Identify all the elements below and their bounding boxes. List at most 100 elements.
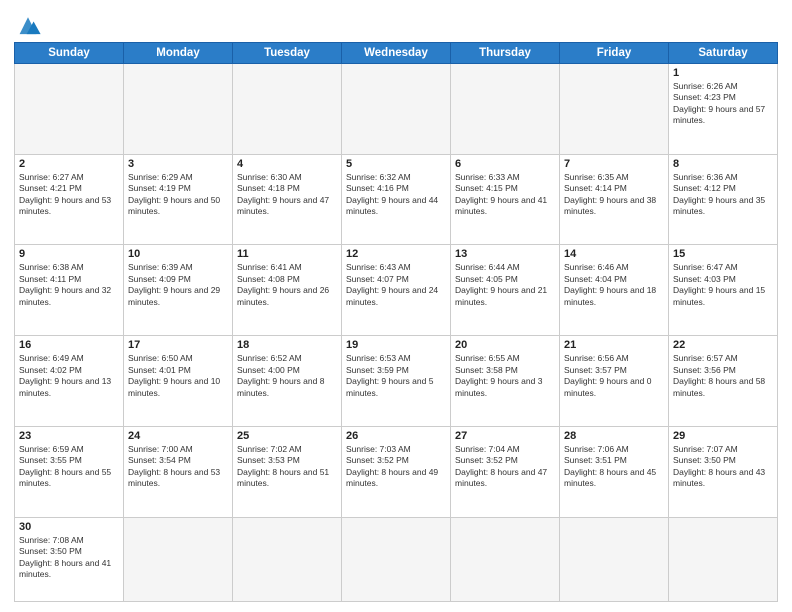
header [14,10,778,36]
day-info: Sunrise: 6:38 AMSunset: 4:11 PMDaylight:… [19,262,119,308]
day-number: 19 [346,339,446,351]
col-thursday: Thursday [451,43,560,64]
day-number: 10 [128,248,228,260]
day-number: 9 [19,248,119,260]
calendar-day-cell [124,64,233,155]
calendar-day-cell: 24 Sunrise: 7:00 AMSunset: 3:54 PMDayligh… [124,426,233,517]
calendar-day-cell [451,64,560,155]
calendar-day-cell: 26Sunrise: 7:03 AMSunset: 3:52 PMDayligh… [342,426,451,517]
calendar-day-cell: 22 Sunrise: 6:57 AMSunset: 3:56 PMDayligh… [669,336,778,427]
day-info: Sunrise: 6:36 AMSunset: 4:12 PMDaylight:… [673,172,773,218]
calendar-day-cell [233,517,342,601]
calendar-day-cell: 11Sunrise: 6:41 AMSunset: 4:08 PMDayligh… [233,245,342,336]
calendar-day-cell: 2Sunrise: 6:27 AMSunset: 4:21 PMDaylight… [15,154,124,245]
calendar-day-cell: 29Sunrise: 7:07 AMSunset: 3:50 PMDayligh… [669,426,778,517]
day-info: Sunrise: 6:44 AMSunset: 4:05 PMDaylight:… [455,262,555,308]
day-number: 18 [237,339,337,351]
day-info: Sunrise: 6:26 AMSunset: 4:23 PMDaylight:… [673,81,773,127]
day-number: 25 [237,430,337,442]
logo-icon [14,14,42,36]
calendar-day-cell: 23 Sunrise: 6:59 AMSunset: 3:55 PMDayligh… [15,426,124,517]
calendar-day-cell: 20Sunrise: 6:55 AMSunset: 3:58 PMDayligh… [451,336,560,427]
calendar-day-cell: 14 Sunrise: 6:46 AMSunset: 4:04 PMDayligh… [560,245,669,336]
day-info: Sunrise: 7:04 AMSunset: 3:52 PMDaylight:… [455,444,555,490]
calendar-day-cell: 30Sunrise: 7:08 AMSunset: 3:50 PMDayligh… [15,517,124,601]
day-number: 17 [128,339,228,351]
day-number: 14 [564,248,664,260]
day-number: 27 [455,430,555,442]
calendar-day-cell: 19Sunrise: 6:53 AMSunset: 3:59 PMDayligh… [342,336,451,427]
calendar-week-row: 23 Sunrise: 6:59 AMSunset: 3:55 PMDayligh… [15,426,778,517]
calendar-week-row: 1 Sunrise: 6:26 AMSunset: 4:23 PMDaylight… [15,64,778,155]
calendar-day-cell: 3 Sunrise: 6:29 AMSunset: 4:19 PMDaylight… [124,154,233,245]
calendar-day-cell: 18 Sunrise: 6:52 AMSunset: 4:00 PMDayligh… [233,336,342,427]
day-number: 22 [673,339,773,351]
col-wednesday: Wednesday [342,43,451,64]
day-number: 13 [455,248,555,260]
day-info: Sunrise: 6:39 AMSunset: 4:09 PMDaylight:… [128,262,228,308]
calendar-table: Sunday Monday Tuesday Wednesday Thursday… [14,42,778,602]
logo [14,14,46,36]
day-number: 28 [564,430,664,442]
calendar-day-cell [669,517,778,601]
day-info: Sunrise: 6:35 AMSunset: 4:14 PMDaylight:… [564,172,664,218]
day-info: Sunrise: 6:29 AMSunset: 4:19 PMDaylight:… [128,172,228,218]
calendar-day-cell [560,64,669,155]
day-info: Sunrise: 6:46 AMSunset: 4:04 PMDaylight:… [564,262,664,308]
day-number: 21 [564,339,664,351]
calendar-day-cell [233,64,342,155]
day-number: 15 [673,248,773,260]
day-info: Sunrise: 7:07 AMSunset: 3:50 PMDaylight:… [673,444,773,490]
calendar-day-cell: 25Sunrise: 7:02 AMSunset: 3:53 PMDayligh… [233,426,342,517]
col-monday: Monday [124,43,233,64]
col-sunday: Sunday [15,43,124,64]
calendar-day-cell [560,517,669,601]
calendar-header-row: Sunday Monday Tuesday Wednesday Thursday… [15,43,778,64]
day-info: Sunrise: 7:00 AMSunset: 3:54 PMDaylight:… [128,444,228,490]
calendar-day-cell [451,517,560,601]
day-number: 12 [346,248,446,260]
day-number: 8 [673,158,773,170]
calendar-day-cell [124,517,233,601]
day-info: Sunrise: 6:30 AMSunset: 4:18 PMDaylight:… [237,172,337,218]
day-number: 7 [564,158,664,170]
day-info: Sunrise: 6:32 AMSunset: 4:16 PMDaylight:… [346,172,446,218]
day-info: Sunrise: 6:47 AMSunset: 4:03 PMDaylight:… [673,262,773,308]
day-number: 24 [128,430,228,442]
day-info: Sunrise: 6:52 AMSunset: 4:00 PMDaylight:… [237,353,337,399]
day-number: 4 [237,158,337,170]
day-number: 3 [128,158,228,170]
calendar-day-cell: 13 Sunrise: 6:44 AMSunset: 4:05 PMDayligh… [451,245,560,336]
day-info: Sunrise: 6:50 AMSunset: 4:01 PMDaylight:… [128,353,228,399]
day-number: 1 [673,67,773,79]
day-info: Sunrise: 6:59 AMSunset: 3:55 PMDaylight:… [19,444,119,490]
day-info: Sunrise: 6:57 AMSunset: 3:56 PMDaylight:… [673,353,773,399]
calendar-day-cell: 5Sunrise: 6:32 AMSunset: 4:16 PMDaylight… [342,154,451,245]
col-friday: Friday [560,43,669,64]
day-info: Sunrise: 6:49 AMSunset: 4:02 PMDaylight:… [19,353,119,399]
page: Sunday Monday Tuesday Wednesday Thursday… [0,0,792,612]
day-info: Sunrise: 6:56 AMSunset: 3:57 PMDaylight:… [564,353,664,399]
calendar-day-cell [342,64,451,155]
calendar-week-row: 16Sunrise: 6:49 AMSunset: 4:02 PMDayligh… [15,336,778,427]
day-number: 30 [19,521,119,533]
day-number: 23 [19,430,119,442]
calendar-week-row: 9 Sunrise: 6:38 AMSunset: 4:11 PMDaylight… [15,245,778,336]
day-number: 20 [455,339,555,351]
calendar-day-cell: 28 Sunrise: 7:06 AMSunset: 3:51 PMDayligh… [560,426,669,517]
day-number: 6 [455,158,555,170]
calendar-day-cell: 12 Sunrise: 6:43 AMSunset: 4:07 PMDayligh… [342,245,451,336]
calendar-day-cell: 4 Sunrise: 6:30 AMSunset: 4:18 PMDaylight… [233,154,342,245]
col-tuesday: Tuesday [233,43,342,64]
day-info: Sunrise: 7:06 AMSunset: 3:51 PMDaylight:… [564,444,664,490]
calendar-day-cell: 27 Sunrise: 7:04 AMSunset: 3:52 PMDayligh… [451,426,560,517]
day-info: Sunrise: 6:33 AMSunset: 4:15 PMDaylight:… [455,172,555,218]
calendar-day-cell: 10 Sunrise: 6:39 AMSunset: 4:09 PMDayligh… [124,245,233,336]
day-info: Sunrise: 6:43 AMSunset: 4:07 PMDaylight:… [346,262,446,308]
calendar-day-cell [15,64,124,155]
calendar-week-row: 30Sunrise: 7:08 AMSunset: 3:50 PMDayligh… [15,517,778,601]
day-info: Sunrise: 6:27 AMSunset: 4:21 PMDaylight:… [19,172,119,218]
calendar-day-cell: 17 Sunrise: 6:50 AMSunset: 4:01 PMDayligh… [124,336,233,427]
calendar-day-cell [342,517,451,601]
calendar-day-cell: 8 Sunrise: 6:36 AMSunset: 4:12 PMDaylight… [669,154,778,245]
